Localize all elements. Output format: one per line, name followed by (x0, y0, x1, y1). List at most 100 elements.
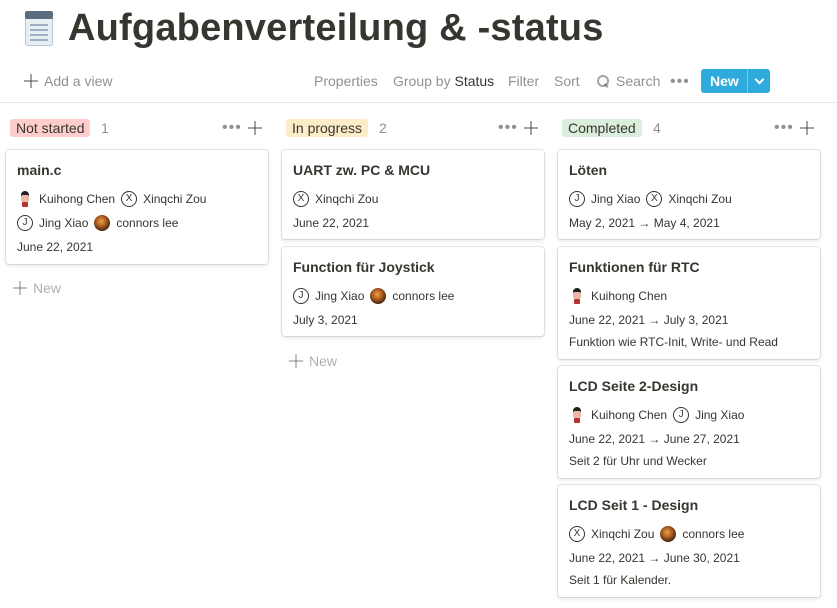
assignee: X Xinqchi Zou (293, 191, 378, 207)
assignee-row: Kuihong Chen (569, 288, 673, 304)
add-card-label: New (309, 353, 338, 369)
assignee: J Jing Xiao (17, 215, 88, 231)
avatar (94, 215, 111, 231)
add-card-button[interactable]: New (13, 280, 61, 296)
avatar-initial: X (569, 526, 585, 542)
assignee: connors lee (94, 215, 178, 231)
avatar-initial: J (673, 407, 690, 423)
status-tag[interactable]: In progress (286, 119, 369, 137)
status-tag[interactable]: Not started (10, 119, 91, 137)
notepad-icon[interactable] (22, 9, 56, 47)
avatar (17, 191, 33, 207)
assignee-name: connors lee (392, 289, 455, 303)
add-view-label: Add a view (44, 73, 113, 89)
more-options-icon[interactable]: ••• (670, 74, 690, 90)
assignee-row: J Jing Xiao X Xinqchi Zou (569, 191, 738, 207)
plus-icon (24, 74, 38, 88)
task-card[interactable]: LCD Seite 2-Design Kuihong Chen J Jing Xiao… (558, 366, 820, 478)
board-column: Completed 4 ••• Löten J Jing Xiao X Xinqchi Zou… (558, 116, 820, 597)
assignee-name: Xinqchi Zou (143, 192, 207, 206)
assignee-row: X Xinqchi Zou connors lee (569, 526, 750, 542)
assignee-name: Jing Xiao (315, 289, 365, 303)
assignee-row: J Jing Xiao connors lee (17, 215, 184, 231)
assignee-name: connors lee (682, 527, 745, 541)
assignee: Kuihong Chen (569, 407, 667, 423)
avatar (660, 526, 677, 542)
view-toolbar: Add a view Properties Group by Status Fi… (0, 66, 837, 96)
assignee-name: Xinqchi Zou (668, 192, 732, 206)
assignee-row: J Jing Xiao connors lee (293, 288, 460, 304)
task-card[interactable]: UART zw. PC & MCU X Xinqchi Zou June 22, 20… (282, 150, 544, 239)
sort-button[interactable]: Sort (554, 73, 580, 89)
assignee: connors lee (370, 288, 454, 304)
chevron-down-icon (754, 74, 764, 84)
task-card[interactable]: LCD Seit 1 - Design X Xinqchi Zou connors l… (558, 485, 820, 597)
column-header: In progress 2 ••• (282, 116, 544, 140)
add-view-button[interactable]: Add a view (24, 73, 112, 89)
new-dropdown-button[interactable] (748, 74, 770, 84)
filter-button[interactable]: Filter (508, 73, 539, 89)
card-date: June 22, 2021 → June 27, 2021 (569, 432, 740, 446)
card-date: June 22, 2021 (293, 216, 370, 230)
task-card[interactable]: Funktionen für RTC Kuihong Chen June 22, 2… (558, 247, 820, 359)
properties-button[interactable]: Properties (314, 73, 378, 89)
avatar-initial: X (121, 191, 138, 207)
assignee-row: X Xinqchi Zou (293, 191, 384, 207)
assignee: J Jing Xiao (293, 288, 364, 304)
avatar-initial: X (646, 191, 663, 207)
plus-icon (289, 354, 303, 368)
assignee-row: Kuihong Chen J Jing Xiao (569, 407, 750, 423)
column-header: Not started 1 ••• (6, 116, 268, 140)
assignee-name: connors lee (116, 216, 179, 230)
new-button[interactable]: New (701, 69, 770, 93)
search-label: Search (616, 73, 661, 89)
task-card[interactable]: Löten J Jing Xiao X Xinqchi Zou May 2, 2021 →… (558, 150, 820, 239)
column-count: 2 (379, 120, 387, 136)
search-button[interactable]: Search (597, 73, 660, 89)
assignee-row: Kuihong Chen X Xinqchi Zou (17, 191, 212, 207)
card-date: June 22, 2021 → June 30, 2021 (569, 551, 740, 565)
new-button-label: New (710, 73, 739, 89)
avatar (569, 288, 585, 304)
assignee-name: Jing Xiao (695, 408, 745, 422)
avatar-initial: J (293, 288, 309, 304)
assignee: X Xinqchi Zou (569, 526, 654, 542)
page-title: Aufgabenverteilung & -status (68, 7, 604, 49)
assignee: J Jing Xiao (569, 191, 640, 207)
assignee: Kuihong Chen (17, 191, 115, 207)
column-header: Completed 4 ••• (558, 116, 820, 140)
card-date: July 3, 2021 (293, 313, 358, 327)
avatar-initial: J (17, 215, 33, 231)
card-title: Löten (569, 162, 608, 178)
assignee-name: Kuihong Chen (591, 289, 668, 303)
task-card[interactable]: main.c Kuihong Chen X Xinqchi Zou J Jing Xiao… (6, 150, 268, 264)
avatar (569, 407, 585, 423)
column-more-icon[interactable]: ••• (222, 120, 242, 136)
task-card[interactable]: Function für Joystick J Jing Xiao connors l… (282, 247, 544, 336)
board-column: Not started 1 ••• main.c Kuihong Chen X Xinqch… (6, 116, 268, 296)
assignee-name: Kuihong Chen (591, 408, 668, 422)
assignee: connors lee (660, 526, 744, 542)
column-more-icon[interactable]: ••• (498, 120, 518, 136)
column-more-icon[interactable]: ••• (774, 120, 794, 136)
card-title: UART zw. PC & MCU (293, 162, 431, 178)
group-by-button[interactable]: Group by Status (393, 73, 494, 89)
status-tag[interactable]: Completed (562, 119, 642, 137)
group-by-value: Status (454, 73, 495, 89)
plus-icon (13, 281, 27, 295)
group-by-label: Group by (393, 73, 451, 89)
add-card-button[interactable]: New (289, 353, 337, 369)
card-date: June 22, 2021 → July 3, 2021 (569, 313, 729, 327)
assignee: J Jing Xiao (673, 407, 744, 423)
assignee-name: Kuihong Chen (39, 192, 116, 206)
assignee-name: Jing Xiao (591, 192, 641, 206)
column-add-icon[interactable] (524, 121, 538, 135)
column-add-icon[interactable] (248, 121, 262, 135)
card-date: May 2, 2021 → May 4, 2021 (569, 216, 720, 230)
search-icon (597, 75, 609, 87)
card-title: Funktionen für RTC (569, 259, 700, 275)
assignee: X Xinqchi Zou (121, 191, 206, 207)
card-title: main.c (17, 162, 62, 178)
column-add-icon[interactable] (800, 121, 814, 135)
header-divider (0, 102, 837, 103)
